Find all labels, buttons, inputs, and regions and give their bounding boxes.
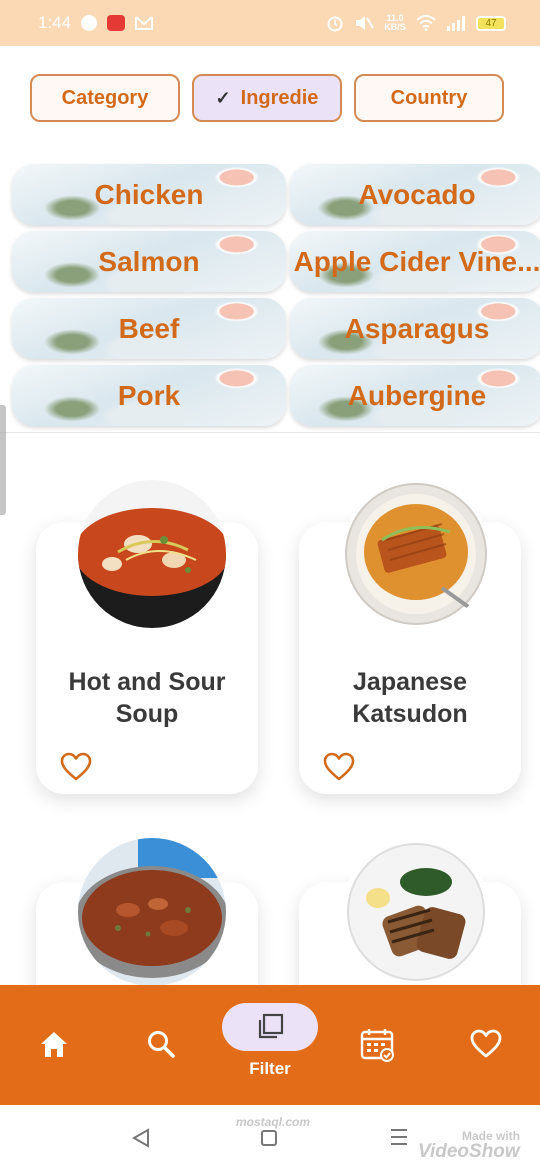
ingredient-label: Beef bbox=[118, 312, 180, 344]
meal-image-stew bbox=[78, 838, 226, 986]
gmail-icon bbox=[135, 16, 154, 30]
meal-image-grilled bbox=[342, 838, 490, 986]
home-icon bbox=[41, 1032, 67, 1057]
chip-country-label: Country bbox=[390, 86, 468, 109]
heart-icon bbox=[470, 1029, 502, 1058]
ingredient-tile-apple-cider-vinegar[interactable]: Apple Cider Vine... bbox=[290, 231, 540, 292]
ingredient-label: Salmon bbox=[98, 245, 200, 277]
wifi-icon bbox=[416, 15, 436, 31]
bottom-navigation: Filter bbox=[0, 985, 540, 1105]
alarm-icon bbox=[327, 16, 343, 32]
ingredient-grid: Chicken Avocado Salmon Apple Cider Vine.… bbox=[12, 164, 540, 426]
ingredient-label: Chicken bbox=[94, 178, 204, 210]
scroll-edge-indicator bbox=[0, 405, 6, 515]
chip-category-label: Category bbox=[61, 86, 149, 109]
calendar-icon bbox=[360, 1029, 394, 1062]
check-icon: ✓ bbox=[215, 87, 231, 108]
chip-category[interactable]: Category bbox=[30, 74, 180, 122]
nav-home[interactable] bbox=[38, 1029, 70, 1059]
ingredient-label: Apple Cider Vine... bbox=[293, 245, 540, 277]
home-button-icon[interactable] bbox=[260, 1129, 278, 1147]
search-icon bbox=[148, 1031, 175, 1058]
status-time: 1:44 bbox=[38, 13, 72, 32]
ingredient-label: Pork bbox=[117, 379, 181, 411]
ingredient-tile-salmon[interactable]: Salmon bbox=[12, 231, 286, 292]
ingredient-tile-asparagus[interactable]: Asparagus bbox=[290, 298, 540, 359]
status-bar: 1:44 11.0 KB/S 47 bbox=[0, 0, 540, 46]
menu-icon[interactable] bbox=[389, 1127, 409, 1147]
signal-icon bbox=[447, 16, 465, 31]
meal-image-katsudon bbox=[342, 480, 490, 628]
nav-search[interactable] bbox=[146, 1029, 176, 1059]
ingredient-tile-pork[interactable]: Pork bbox=[12, 365, 286, 426]
ingredient-tile-avocado[interactable]: Avocado bbox=[290, 164, 540, 225]
section-divider bbox=[0, 432, 540, 433]
battery-icon: 47 bbox=[476, 15, 506, 31]
filter-active-pill bbox=[222, 1003, 318, 1051]
messenger-icon bbox=[81, 15, 98, 31]
ingredient-tile-beef[interactable]: Beef bbox=[12, 298, 286, 359]
meal-image-soup bbox=[78, 480, 226, 628]
status-right: 11.0 KB/S 47 bbox=[326, 14, 506, 32]
ingredient-tile-aubergine[interactable]: Aubergine bbox=[290, 365, 540, 426]
meal-title: Japanese Katsudon bbox=[352, 668, 468, 728]
favorite-heart-icon[interactable] bbox=[323, 752, 355, 782]
chip-ingredient-label: Ingredie bbox=[240, 86, 319, 109]
mute-icon bbox=[356, 16, 374, 30]
ingredient-label: Avocado bbox=[358, 178, 476, 210]
chip-country[interactable]: Country bbox=[354, 74, 504, 122]
ingredient-label: Asparagus bbox=[344, 312, 490, 344]
status-left: 1:44 bbox=[38, 13, 154, 33]
nav-favorites[interactable] bbox=[470, 1029, 502, 1059]
system-navigation-bar: mostaql.com Made with VideoShow bbox=[0, 1105, 540, 1170]
favorite-heart-icon[interactable] bbox=[60, 752, 92, 782]
watermark-site: mostaql.com bbox=[236, 1115, 311, 1129]
nav-filter-label: Filter bbox=[249, 1059, 291, 1078]
ingredient-label: Aubergine bbox=[347, 379, 487, 411]
filter-type-row: Category ✓ Ingredie Country bbox=[30, 74, 504, 122]
filter-icon bbox=[258, 1013, 284, 1039]
back-icon[interactable] bbox=[130, 1127, 152, 1149]
ingredient-tile-chicken[interactable]: Chicken bbox=[12, 164, 286, 225]
watermark-brand: VideoShow bbox=[418, 1141, 520, 1162]
network-speed: 11.0 KB/S bbox=[384, 13, 406, 32]
recording-icon bbox=[107, 15, 126, 31]
meal-title: Hot and Sour Soup bbox=[68, 668, 226, 728]
chip-ingredient[interactable]: ✓ Ingredie bbox=[192, 74, 342, 122]
nav-filter[interactable]: Filter bbox=[222, 1003, 318, 1079]
nav-calendar[interactable] bbox=[360, 1027, 396, 1063]
